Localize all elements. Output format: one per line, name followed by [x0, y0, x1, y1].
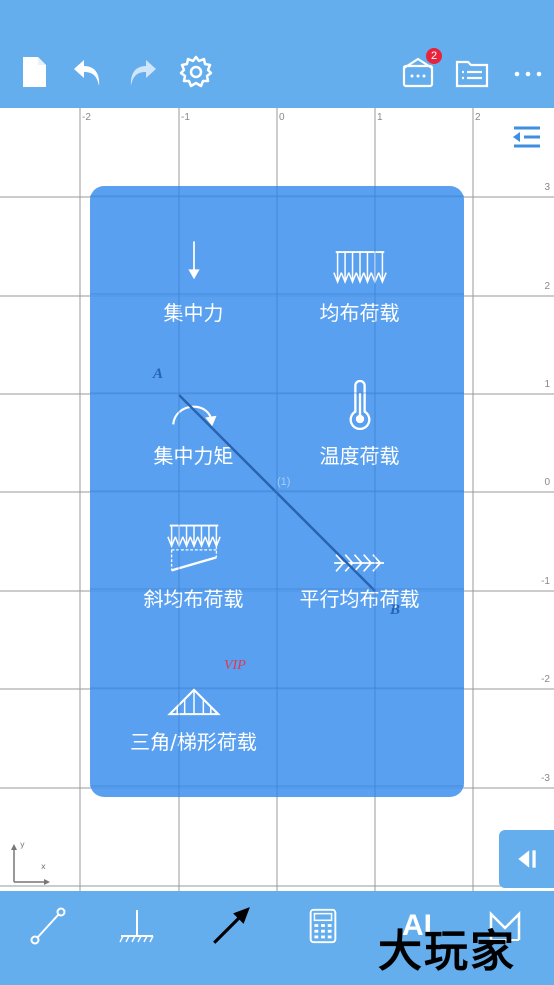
y-tick: 0 [544, 477, 550, 488]
member-icon[interactable] [22, 901, 72, 951]
axis-y-label: y [20, 840, 25, 849]
x-tick: 1 [377, 112, 383, 123]
load-type-menu: 集中力 均布荷载 集中力矩 温度荷载 斜均布荷载 平行均布荷载 三角/梯形荷载 … [90, 186, 464, 797]
beam-member[interactable] [90, 186, 464, 797]
sidebar-toggle-icon[interactable] [510, 122, 544, 156]
y-tick: 3 [544, 182, 550, 193]
x-tick: 2 [475, 112, 481, 123]
x-tick: 0 [279, 112, 285, 123]
new-file-icon[interactable] [14, 52, 54, 92]
node-label-a: A [153, 366, 164, 382]
notification-badge: 2 [426, 48, 442, 64]
watermark-text: 大玩家 [378, 926, 516, 977]
redo-icon[interactable] [122, 52, 162, 92]
project-list-icon[interactable] [452, 52, 492, 92]
y-tick: 2 [544, 281, 550, 292]
more-icon[interactable] [508, 52, 548, 92]
axis-indicator: y x [4, 840, 52, 888]
top-toolbar: 2 [0, 0, 554, 108]
inbox-icon[interactable]: 2 [398, 48, 442, 92]
collapse-panel-button[interactable] [499, 830, 554, 888]
load-arrow-icon[interactable] [206, 901, 256, 951]
y-tick: -1 [541, 576, 550, 587]
y-tick: -3 [541, 773, 550, 784]
axis-x-label: x [41, 862, 46, 871]
x-tick: -1 [181, 112, 190, 123]
undo-icon[interactable] [68, 52, 108, 92]
y-tick: 1 [544, 379, 550, 390]
y-tick: -2 [541, 674, 550, 685]
calculator-icon[interactable] [298, 901, 348, 951]
x-tick: -2 [82, 112, 91, 123]
node-label-b: B [390, 602, 401, 618]
member-label: (1) [277, 476, 291, 488]
collapse-left-icon [517, 850, 536, 868]
settings-icon[interactable] [176, 52, 216, 92]
support-icon[interactable] [112, 901, 162, 951]
